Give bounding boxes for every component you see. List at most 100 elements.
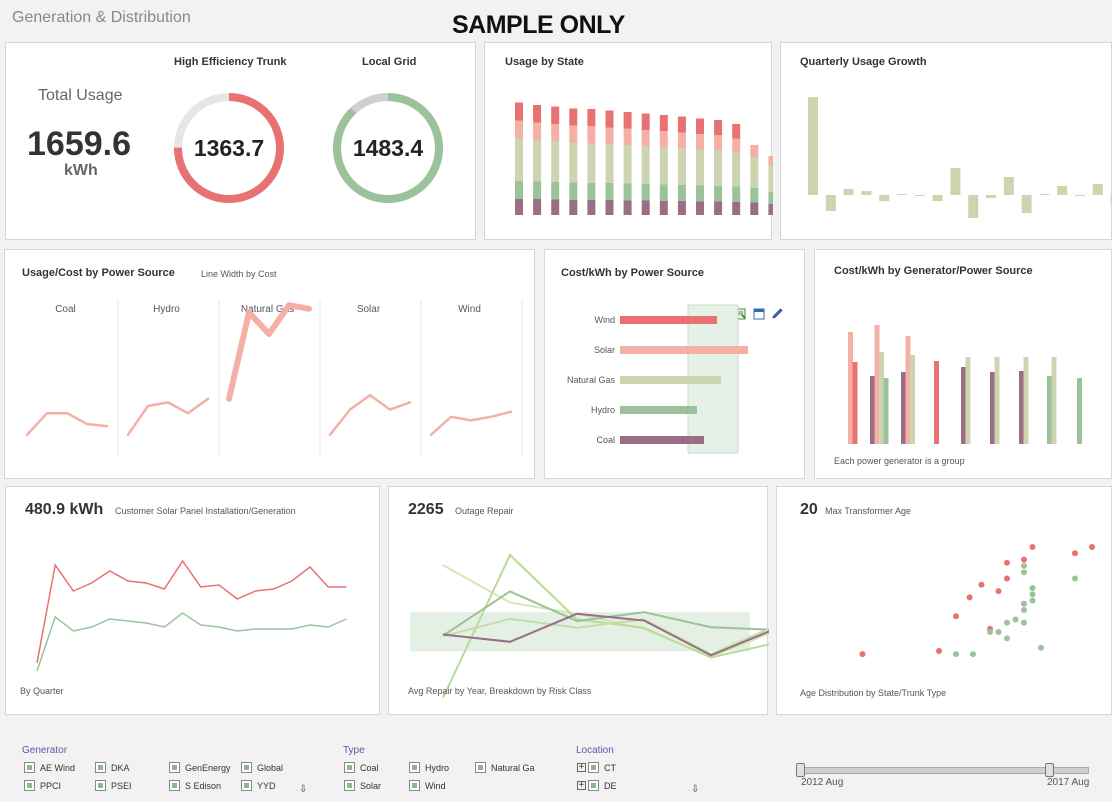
spark-line bbox=[226, 302, 312, 402]
state-bar-segment bbox=[515, 120, 523, 139]
scroll-down-icon[interactable]: ⇩ bbox=[299, 784, 307, 795]
state-bar-segment bbox=[569, 182, 578, 200]
page-title: Generation & Distribution bbox=[12, 9, 191, 26]
state-bar-segment bbox=[732, 202, 741, 215]
growth-bar bbox=[825, 195, 836, 211]
generator-bar bbox=[870, 376, 875, 444]
filter-checkbox[interactable] bbox=[24, 780, 35, 792]
expand-icon[interactable]: + bbox=[577, 781, 586, 791]
scatter-point bbox=[1004, 575, 1010, 582]
solar-panel: 480.9 kWh Customer Solar Panel Installat… bbox=[5, 486, 380, 715]
filter-checkbox[interactable] bbox=[588, 762, 599, 774]
filter-checkbox[interactable] bbox=[475, 762, 486, 774]
spark-line bbox=[429, 410, 513, 437]
filter-global[interactable]: Global bbox=[241, 762, 283, 774]
filter-psei[interactable]: PSEI bbox=[95, 780, 132, 792]
state-bar-segment bbox=[659, 147, 668, 185]
expand-icon[interactable]: + bbox=[577, 763, 586, 773]
filter-checkbox[interactable] bbox=[409, 762, 420, 774]
generator-bar bbox=[1051, 357, 1057, 444]
quarterly-growth-panel: Quarterly Usage Growth bbox=[780, 42, 1112, 240]
usage-by-state-chart bbox=[515, 102, 773, 215]
state-bar-segment bbox=[641, 130, 650, 146]
scatter-point bbox=[1072, 575, 1078, 582]
filter-yyd[interactable]: YYD bbox=[241, 780, 276, 792]
usage-cost-chart: Coal Hydro Natural Gas Solar Wind bbox=[25, 300, 523, 455]
filter-checkbox[interactable] bbox=[24, 762, 35, 774]
scatter-point bbox=[936, 647, 942, 654]
generator-bar bbox=[883, 378, 889, 444]
filter-genenergy[interactable]: GenEnergy bbox=[169, 762, 231, 774]
state-bar-segment bbox=[533, 181, 542, 199]
state-bar-segment bbox=[605, 200, 614, 215]
filter-de[interactable]: + DE bbox=[577, 780, 617, 792]
scatter-point bbox=[1004, 619, 1010, 626]
range-slider-start-handle[interactable] bbox=[796, 763, 805, 777]
growth-bar bbox=[897, 194, 907, 195]
state-bar-segment bbox=[551, 199, 560, 215]
state-bar-segment bbox=[623, 200, 632, 215]
usage-cost-panel: Usage/Cost by Power Source Line Width by… bbox=[4, 249, 535, 479]
filter-ppci[interactable]: PPCI bbox=[24, 780, 61, 792]
filter-checkbox[interactable] bbox=[344, 780, 355, 792]
state-bar-segment bbox=[515, 102, 523, 121]
generator-bar bbox=[852, 362, 858, 444]
scatter-point bbox=[966, 594, 973, 601]
state-bar-segment bbox=[569, 125, 578, 143]
growth-bar bbox=[808, 97, 818, 195]
cost-by-source-panel: Cost/kWh by Power Source Wind Solar Natura… bbox=[544, 249, 805, 479]
filter-ct[interactable]: + CT bbox=[577, 762, 616, 774]
filter-coal[interactable]: Coal bbox=[344, 762, 379, 774]
filter-solar[interactable]: Solar bbox=[344, 780, 381, 792]
filter-natural-gas[interactable]: Natural Ga bbox=[475, 762, 535, 774]
filter-ae-wind[interactable]: AE Wind bbox=[24, 762, 75, 774]
state-bar-segment bbox=[551, 141, 560, 182]
state-bar-segment bbox=[659, 201, 668, 215]
generator-bar bbox=[965, 357, 971, 444]
generator-bar bbox=[990, 372, 995, 444]
state-bar-segment bbox=[623, 145, 632, 184]
state-bar-segment bbox=[750, 145, 759, 157]
state-bar-segment bbox=[533, 140, 542, 182]
range-slider-end-handle[interactable] bbox=[1045, 763, 1054, 777]
transformer-chart bbox=[859, 544, 1095, 658]
state-bar-segment bbox=[768, 192, 773, 204]
filter-checkbox[interactable] bbox=[241, 762, 252, 774]
scatter-point bbox=[1021, 562, 1027, 569]
gauge-title-grid: Local Grid bbox=[362, 56, 417, 68]
filter-checkbox[interactable] bbox=[588, 780, 599, 792]
state-bar-segment bbox=[587, 109, 596, 126]
filter-hydro[interactable]: Hydro bbox=[409, 762, 449, 774]
filter-checkbox[interactable] bbox=[95, 762, 106, 774]
cost-by-generator-chart bbox=[848, 325, 1082, 444]
growth-bar bbox=[1057, 186, 1068, 195]
spark-line bbox=[328, 393, 412, 437]
filter-checkbox[interactable] bbox=[169, 762, 180, 774]
state-bar-segment bbox=[587, 183, 596, 200]
generator-bar bbox=[879, 352, 884, 444]
filter-s-edison[interactable]: S Edison bbox=[169, 780, 221, 792]
cost-bar bbox=[620, 406, 697, 414]
scroll-down-icon[interactable]: ⇩ bbox=[691, 784, 699, 795]
filter-checkbox[interactable] bbox=[95, 780, 106, 792]
filter-checkbox[interactable] bbox=[241, 780, 252, 792]
growth-bar bbox=[1021, 195, 1032, 213]
solar-caption: By Quarter bbox=[20, 686, 64, 696]
spark-line bbox=[25, 411, 109, 437]
total-usage-panel: Total Usage 1659.6 kWh High Efficiency T… bbox=[5, 42, 476, 240]
scatter-point bbox=[995, 588, 1002, 595]
range-end-label: 2017 Aug bbox=[1047, 777, 1090, 788]
filter-dka[interactable]: DKA bbox=[95, 762, 130, 774]
state-bar-segment bbox=[750, 202, 759, 215]
filter-wind[interactable]: Wind bbox=[409, 780, 446, 792]
transformer-panel: 20 Max Transformer Age Age Distribution … bbox=[776, 486, 1112, 715]
filter-checkbox[interactable] bbox=[344, 762, 355, 774]
total-usage-value: 1659.6 bbox=[27, 125, 131, 163]
filter-checkbox[interactable] bbox=[409, 780, 420, 792]
filter-checkbox[interactable] bbox=[169, 780, 180, 792]
state-bar-segment bbox=[515, 181, 523, 199]
state-bar-segment bbox=[605, 144, 614, 183]
state-bar-segment bbox=[768, 165, 773, 192]
scatter-point bbox=[1021, 600, 1027, 607]
quarterly-growth-title: Quarterly Usage Growth bbox=[800, 56, 927, 68]
